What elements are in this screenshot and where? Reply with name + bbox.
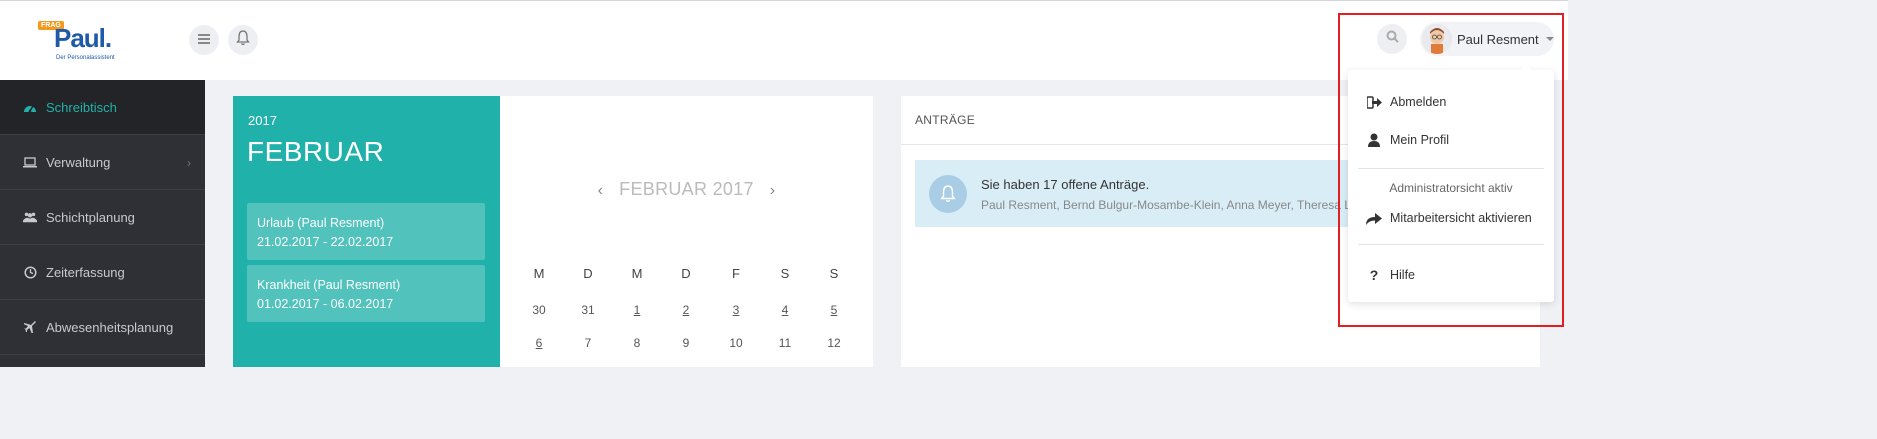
calendar-year: 2017 [248, 113, 277, 128]
calendar-day: 31 [581, 303, 595, 317]
bell-icon [929, 175, 967, 213]
users-icon [23, 210, 37, 224]
calendar-day: 30 [532, 303, 546, 317]
sidebar-item-schichtplanung[interactable]: Schichtplanung [0, 190, 205, 245]
event-dates: 21.02.2017 - 22.02.2017 [257, 235, 394, 249]
alert-title: Sie haben 17 offene Anträge. [981, 177, 1150, 192]
bell-icon [236, 29, 250, 51]
next-month-button[interactable]: › [770, 182, 776, 199]
chevron-right-icon: › [187, 156, 191, 170]
notifications-button[interactable] [228, 25, 258, 55]
calendar-day: 8 [633, 336, 641, 350]
calendar-day[interactable]: 6 [524, 336, 554, 350]
logo-tagline: Der Personalassistent [56, 55, 115, 61]
weekday-label: F [732, 266, 740, 281]
sidebar-item-label: Verwaltung [46, 154, 111, 170]
calendar-summary-panel: 2017 FEBRUAR Urlaub (Paul Resment) 21.02… [233, 96, 500, 367]
prev-month-button[interactable]: ‹ [598, 182, 604, 199]
hamburger-icon [198, 31, 210, 49]
calendar-day: 7 [584, 336, 592, 350]
alert-names: Paul Resment, Bernd Bulgur-Mosambe-Klein… [981, 198, 1367, 212]
event-title: Krankheit (Paul Resment) [257, 278, 401, 292]
calendar-day: 9 [682, 336, 690, 350]
sidebar-item-verwaltung[interactable]: Verwaltung › [0, 135, 205, 190]
calendar-nav-title: FEBRUAR 2017 [619, 179, 754, 199]
weekday-label: M [533, 266, 545, 281]
sidebar-item-label: Schreibtisch [46, 99, 117, 115]
logo-name: Paul. [54, 23, 112, 53]
calendar-day[interactable]: 4 [770, 303, 800, 317]
sidebar-item-zeiterfassung[interactable]: Zeiterfassung [0, 245, 205, 300]
sidebar-item-label: Abwesenheitsplanung [46, 319, 174, 335]
calendar-nav: ‹ FEBRUAR 2017 › [500, 179, 873, 200]
top-bar: FRAG Paul. Der Personalassistent Paul Re… [0, 0, 1568, 80]
sidebar-item-abwesenheitsplanung[interactable]: Abwesenheitsplanung [0, 300, 205, 355]
calendar-month: FEBRUAR [247, 136, 385, 167]
dashboard-icon [23, 100, 37, 114]
plane-icon [23, 320, 37, 334]
calendar-day[interactable]: 5 [819, 303, 849, 317]
laptop-icon [23, 155, 37, 169]
calendar-day: 11 [778, 336, 792, 350]
calendar-day: 10 [729, 336, 743, 350]
calendar-event[interactable]: Urlaub (Paul Resment) 21.02.2017 - 22.02… [247, 203, 485, 260]
calendar-day[interactable]: 3 [721, 303, 751, 317]
event-title: Urlaub (Paul Resment) [257, 216, 385, 230]
clock-icon [23, 265, 37, 279]
calendar-day: 12 [827, 336, 841, 350]
calendar-day[interactable]: 2 [671, 303, 701, 317]
weekday-label: S [829, 266, 839, 281]
weekday-label: D [681, 266, 691, 281]
calendar-event[interactable]: Krankheit (Paul Resment) 01.02.2017 - 06… [247, 265, 485, 322]
sidebar: Schreibtisch Verwaltung › Schichtplanung… [0, 80, 205, 367]
event-dates: 01.02.2017 - 06.02.2017 [257, 297, 394, 311]
sidebar-item-label: Schichtplanung [46, 209, 135, 225]
calendar-day[interactable]: 1 [622, 303, 652, 317]
calendar-grid-panel: ‹ FEBRUAR 2017 › MDMDFSS 30 31 1 2 3 4 5 6 7 8 9 10… [500, 96, 873, 367]
sidebar-item-schreibtisch[interactable]: Schreibtisch [0, 80, 205, 135]
weekday-label: D [583, 266, 593, 281]
highlight-box [1338, 13, 1564, 327]
menu-toggle-button[interactable] [189, 25, 219, 55]
weekday-label: M [631, 266, 643, 281]
app-logo[interactable]: FRAG Paul. Der Personalassistent [36, 19, 136, 65]
weekday-label: S [780, 266, 790, 281]
sidebar-item-label: Zeiterfassung [46, 264, 125, 280]
